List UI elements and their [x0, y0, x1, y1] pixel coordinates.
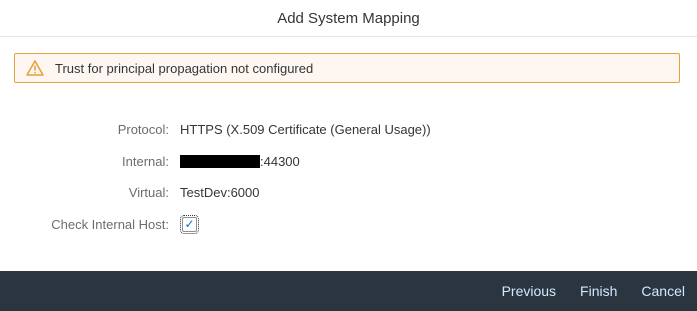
warning-message-strip: Trust for principal propagation not conf… [14, 53, 680, 83]
check-internal-host-checkbox[interactable]: ✓ [180, 214, 199, 234]
dialog-title: Add System Mapping [277, 9, 420, 27]
virtual-row: Virtual: TestDev:6000 [0, 177, 697, 209]
protocol-label: Protocol: [117, 122, 169, 138]
previous-button[interactable]: Previous [490, 271, 568, 311]
dialog-header: Add System Mapping [0, 0, 697, 37]
warning-triangle-icon [26, 59, 44, 77]
checkmark-icon: ✓ [184, 217, 195, 232]
virtual-value: TestDev:6000 [180, 185, 260, 201]
add-system-mapping-dialog: Add System Mapping Trust for principal p… [0, 0, 697, 311]
internal-label: Internal: [122, 153, 169, 169]
protocol-value: HTTPS (X.509 Certificate (General Usage)… [180, 122, 431, 138]
finish-button[interactable]: Finish [568, 271, 629, 311]
check-internal-host-value: ✓ [180, 214, 199, 234]
cancel-button[interactable]: Cancel [629, 271, 697, 311]
virtual-label: Virtual: [128, 185, 169, 201]
mapping-summary-form: Protocol: HTTPS (X.509 Certificate (Gene… [0, 114, 697, 240]
check-internal-host-label: Check Internal Host: [51, 216, 169, 232]
redacted-host [180, 154, 260, 168]
warning-text: Trust for principal propagation not conf… [55, 60, 314, 76]
internal-port: :44300 [260, 153, 300, 169]
protocol-row: Protocol: HTTPS (X.509 Certificate (Gene… [0, 114, 697, 146]
check-internal-host-row: Check Internal Host: ✓ [0, 209, 697, 241]
internal-row: Internal: :44300 [0, 146, 697, 178]
internal-value: :44300 [180, 154, 300, 169]
dialog-footer: Previous Finish Cancel [0, 271, 697, 311]
